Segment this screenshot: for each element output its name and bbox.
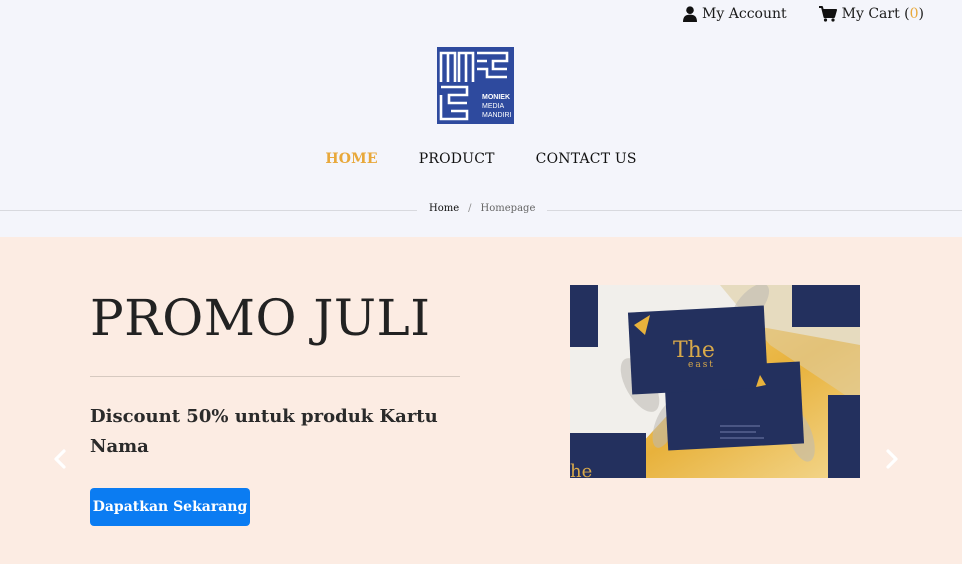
cart-close: ) (918, 6, 924, 22)
hero-divider (90, 376, 460, 377)
nav-product[interactable]: PRODUCT (419, 151, 495, 167)
my-cart-label: My Cart ( (841, 6, 910, 22)
cart-count: 0 (909, 6, 919, 22)
card-partial-text: he (570, 461, 592, 478)
my-account-label: My Account (702, 6, 787, 22)
promo-subtitle: Discount 50% untuk produk Kartu Nama (90, 406, 438, 457)
cart-icon (818, 6, 837, 22)
breadcrumb-separator: / (468, 203, 472, 214)
cta-button[interactable]: Dapatkan Sekarang (90, 488, 250, 526)
chevron-right-icon (884, 449, 900, 473)
promo-image: The east he (570, 285, 860, 478)
card-subtitle: east (688, 360, 715, 370)
main-nav: HOME PRODUCT CONTACT US (0, 151, 962, 167)
site-logo[interactable]: MONIEK MEDIA MANDIRI (437, 47, 514, 124)
breadcrumb-current: Homepage (480, 203, 536, 214)
breadcrumb: Home / Homepage (417, 203, 548, 214)
nav-home[interactable]: HOME (325, 151, 377, 167)
my-cart-link[interactable]: My Cart (0) (818, 6, 924, 22)
hero-carousel: PROMO JULI Discount 50% untuk produk Kar… (0, 237, 962, 564)
nav-contact-us[interactable]: CONTACT US (536, 151, 637, 167)
logo-line-3: MANDIRI (482, 112, 512, 119)
logo-line-1: MONIEK (482, 94, 510, 101)
carousel-prev-button[interactable] (48, 449, 72, 473)
logo-line-2: MEDIA (482, 103, 505, 110)
promo-title: PROMO JULI (90, 289, 431, 347)
breadcrumb-home[interactable]: Home (429, 203, 459, 214)
chevron-left-icon (52, 449, 68, 473)
my-account-link[interactable]: My Account (683, 6, 787, 22)
top-bar: My Account My Cart (0) (683, 6, 924, 22)
carousel-next-button[interactable] (880, 449, 904, 473)
user-icon (683, 6, 698, 22)
